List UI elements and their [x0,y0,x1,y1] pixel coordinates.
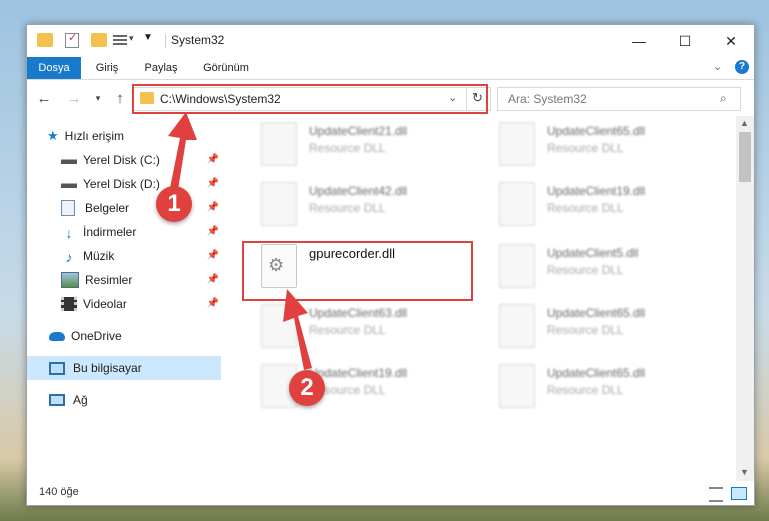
step-badge-2: 2 [289,370,325,406]
arrow-to-file [283,289,312,370]
annotation-arrows [168,112,312,370]
arrow-to-address [168,112,197,190]
step-badge-1: 1 [156,186,192,222]
